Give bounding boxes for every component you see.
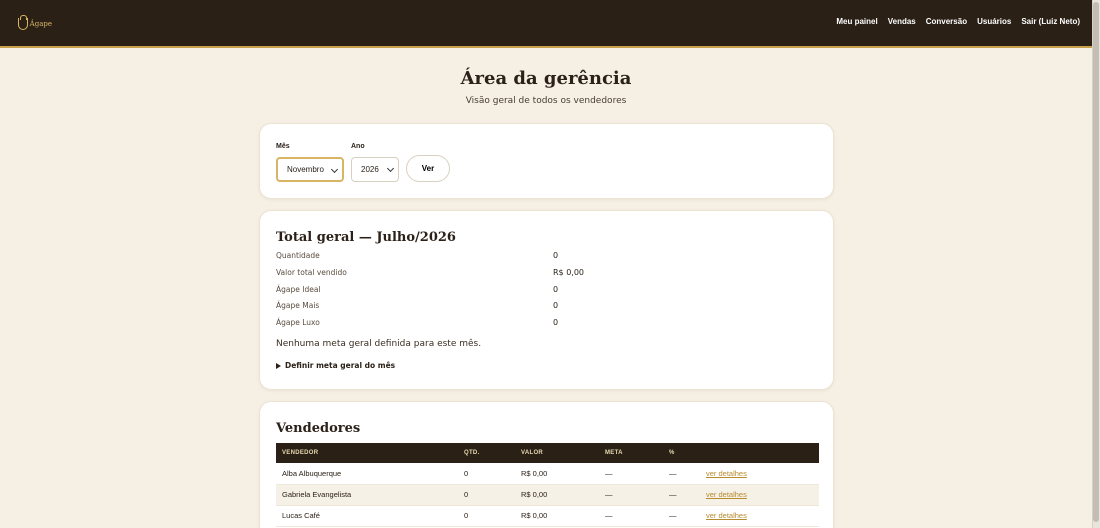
seller-percent: — (669, 490, 677, 499)
table-header-row: VENDEDOR QTD. VALOR META % (276, 443, 819, 463)
nav-item-logout[interactable]: Sair (Luiz Neto) (1021, 17, 1080, 26)
seller-value: R$ 0,00 (521, 490, 548, 499)
month-select-value: Novembro (287, 165, 324, 174)
seller-percent: — (669, 511, 677, 520)
column-header-seller: VENDEDOR (282, 450, 319, 456)
year-select-value: 2026 (361, 165, 379, 174)
stat-row: Ágape Luxo 0 (276, 318, 816, 330)
stat-value: 0 (553, 285, 559, 294)
seller-value: R$ 0,00 (521, 468, 548, 478)
year-label: Ano (351, 143, 365, 150)
chevron-down-icon (386, 164, 395, 173)
column-header-goal: META (605, 450, 623, 456)
total-title: Total geral — Julho/2026 (276, 230, 456, 245)
stat-row: Ágape Mais 0 (276, 301, 816, 313)
stat-value: 0 (553, 301, 559, 310)
seller-name: Alba Albuquerque (282, 468, 342, 478)
no-goal-message: Nenhuma meta geral definida para este mê… (276, 339, 482, 349)
seller-value: R$ 0,00 (521, 511, 548, 520)
stat-row: Ágape Ideal 0 (276, 285, 816, 297)
seller-goal: — (605, 490, 613, 499)
nav-item-vendas[interactable]: Vendas (888, 17, 916, 26)
column-header-qty: QTD. (464, 450, 480, 456)
total-card: Total geral — Julho/2026 Quantidade 0 Va… (259, 210, 834, 390)
seller-goal: — (605, 468, 613, 478)
logo-icon (18, 15, 28, 30)
page-title: Área da gerência (460, 68, 632, 89)
nav-item-conversao[interactable]: Conversão (926, 17, 967, 26)
top-navbar: Ágape Meu painel Vendas Conversão Usuári… (0, 0, 1092, 48)
column-header-percent: % (669, 450, 675, 456)
stat-value: R$ 0,00 (553, 268, 585, 277)
month-label: Mês (276, 143, 290, 150)
chevron-down-icon (330, 165, 339, 174)
stat-row: Quantidade 0 (276, 251, 816, 263)
filter-card: Mês Novembro Ano 2026 Ver (259, 123, 834, 199)
define-goal-toggle[interactable]: Definir meta geral do mês (276, 361, 395, 370)
logo[interactable]: Ágape (18, 15, 52, 32)
stat-label: Ágape Mais (276, 301, 320, 310)
month-select[interactable]: Novembro (276, 157, 344, 182)
stat-label: Ágape Ideal (276, 285, 321, 294)
seller-details-link[interactable]: ver detalhes (706, 490, 747, 499)
view-button[interactable]: Ver (406, 155, 450, 182)
table-row: Alba Albuquerque 0 R$ 0,00 — — ver detal… (276, 463, 819, 484)
scrollbar-thumb[interactable] (1093, 2, 1099, 522)
seller-details-link[interactable]: ver detalhes (706, 469, 747, 478)
vertical-scrollbar[interactable] (1092, 0, 1100, 528)
column-header-value: VALOR (521, 450, 544, 456)
sellers-table: VENDEDOR QTD. VALOR META % Alba Albuquer… (276, 443, 819, 527)
table-row: Lucas Café 0 R$ 0,00 — — ver detalhes (276, 505, 819, 526)
seller-name: Gabriela Evangelista (282, 490, 352, 499)
table-row: Gabriela Evangelista 0 R$ 0,00 — — ver d… (276, 484, 819, 505)
logo-text: Ágape (29, 20, 52, 28)
column-header-actions (700, 443, 819, 463)
stat-label: Ágape Luxo (276, 318, 320, 327)
stat-row: Valor total vendido R$ 0,00 (276, 268, 816, 280)
nav-menu: Meu painel Vendas Conversão Usuários Sai… (836, 17, 1080, 26)
seller-qty: 0 (464, 468, 469, 478)
seller-goal: — (605, 511, 613, 520)
seller-qty: 0 (464, 511, 469, 520)
nav-item-usuarios[interactable]: Usuários (977, 17, 1011, 26)
year-select[interactable]: 2026 (351, 157, 399, 182)
stat-label: Valor total vendido (276, 268, 347, 277)
sellers-title: Vendedores (276, 421, 361, 436)
stat-label: Quantidade (276, 251, 320, 260)
seller-details-link[interactable]: ver detalhes (706, 511, 747, 520)
stat-value: 0 (553, 318, 559, 327)
seller-qty: 0 (464, 490, 469, 499)
stat-value: 0 (553, 251, 559, 260)
seller-percent: — (669, 468, 677, 478)
page: Ágape Meu painel Vendas Conversão Usuári… (0, 0, 1092, 528)
sellers-card: Vendedores VENDEDOR QTD. VALOR META % Al… (259, 401, 834, 528)
define-goal-label: Definir meta geral do mês (285, 361, 396, 370)
page-subtitle: Visão geral de todos os vendedores (465, 96, 627, 106)
nav-item-meu-painel[interactable]: Meu painel (836, 17, 877, 26)
disclosure-triangle-icon (276, 362, 281, 369)
seller-name: Lucas Café (282, 511, 320, 520)
